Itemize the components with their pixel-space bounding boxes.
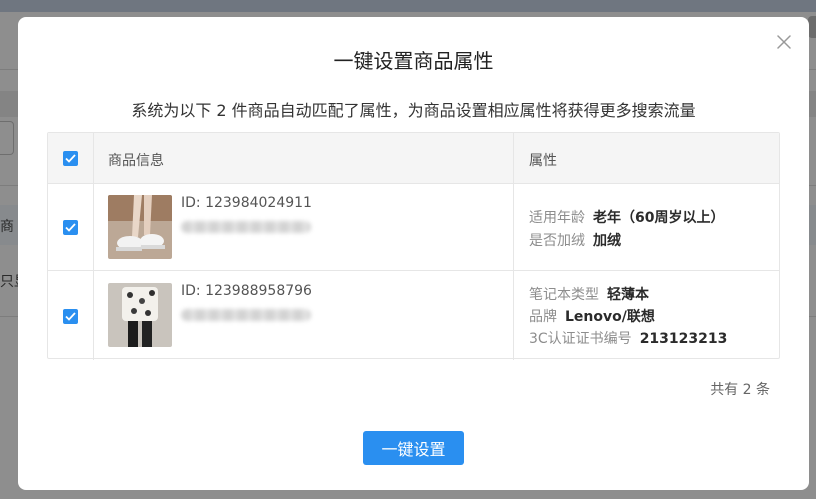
product-id: ID: 123988958796 [181,283,312,299]
background-topbar [0,0,816,12]
attribute-label: 笔记本类型 [529,287,599,303]
background-control [0,121,14,155]
attribute-value: 加绒 [593,233,621,249]
modal-title: 一键设置商品属性 [333,49,494,73]
check-icon [65,154,76,163]
table-row: ID: 123984024911 适用年龄 老年（60周岁以上） 是否加绒 加绒 [48,184,779,271]
attribute-modal: 一键设置商品属性 系统为以下 2 件商品自动匹配了属性，为商品设置相应属性将获得… [18,17,809,490]
attribute-line: 是否加绒 加绒 [529,230,621,250]
attribute-label: 3C认证证书编号 [529,331,632,347]
total-count: 共有 2 条 [710,382,770,398]
attribute-value: Lenovo/联想 [565,309,655,325]
product-title-blurred [181,309,311,321]
attribute-value: 213123213 [639,331,728,347]
table-header: 商品信息 属性 [48,133,779,184]
attribute-value: 老年（60周岁以上） [593,210,725,226]
check-icon [65,223,76,232]
product-id: ID: 123984024911 [181,195,312,211]
header-attributes: 属性 [529,153,557,169]
row-checkbox[interactable] [63,309,78,324]
product-thumbnail [108,195,172,259]
table-row: ID: 123988958796 笔记本类型 轻薄本 品牌 Lenovo/联想 3C… [48,271,779,360]
attribute-label: 适用年龄 [529,210,585,226]
select-all-checkbox[interactable] [63,151,78,166]
attribute-label: 品牌 [529,309,557,325]
product-table: 商品信息 属性 ID: 123984024911 适用年龄 老年（60周岁以上）… [47,132,780,360]
attribute-line: 3C认证证书编号 213123213 [529,328,727,348]
check-icon [65,312,76,321]
row-checkbox[interactable] [63,220,78,235]
attribute-label: 是否加绒 [529,233,585,249]
attribute-value: 轻薄本 [607,287,649,303]
background-scroll-handle [808,16,816,38]
background-text-fragment: 商 [0,219,14,235]
attribute-line: 品牌 Lenovo/联想 [529,306,655,326]
header-product-info: 商品信息 [108,153,164,169]
product-thumbnail [108,283,172,347]
one-click-set-button[interactable]: 一键设置 [363,431,464,465]
product-title-blurred [181,221,311,233]
attribute-line: 笔记本类型 轻薄本 [529,284,649,304]
attribute-line: 适用年龄 老年（60周岁以上） [529,207,724,227]
modal-subtitle: 系统为以下 2 件商品自动匹配了属性，为商品设置相应属性将获得更多搜索流量 [131,101,696,120]
